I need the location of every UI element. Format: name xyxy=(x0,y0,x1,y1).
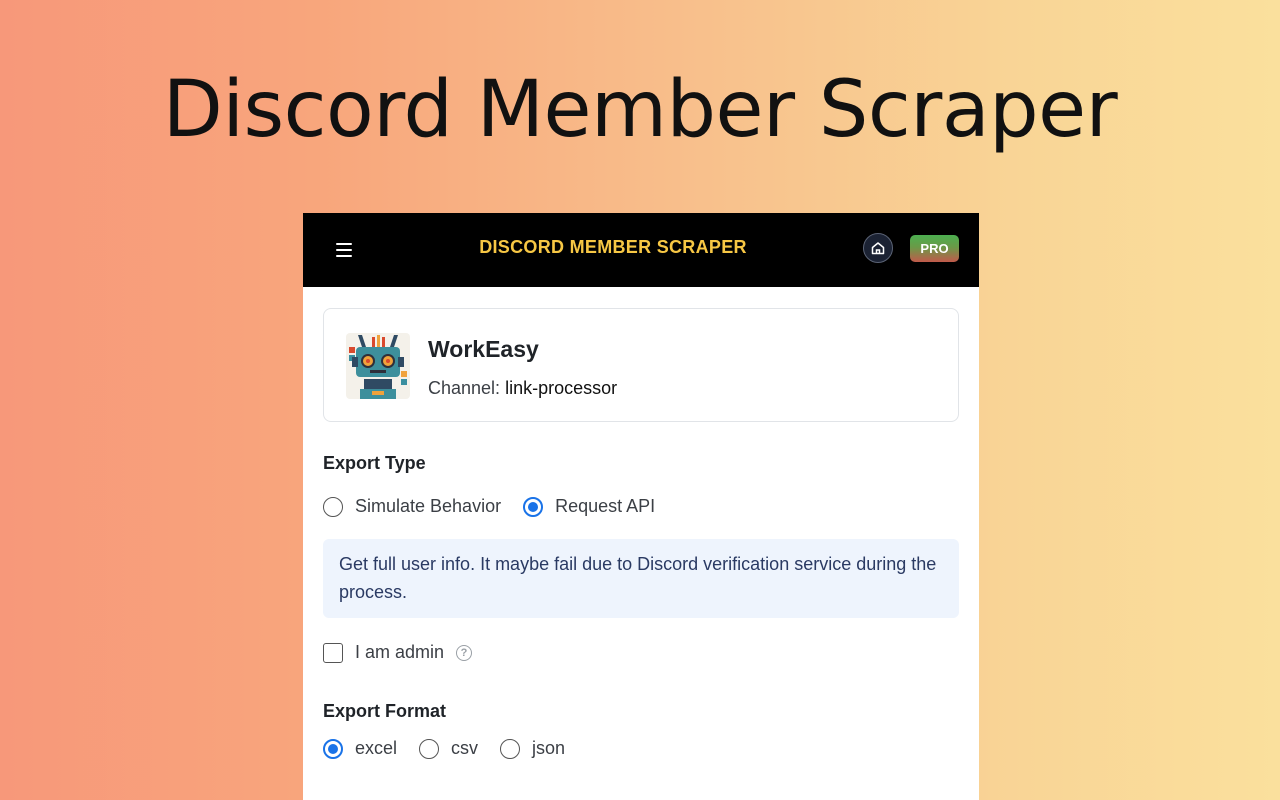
export-format-label: Export Format xyxy=(323,701,447,721)
radio-label: Request API xyxy=(555,496,656,516)
hero-title: Discord Member Scraper xyxy=(162,65,1118,155)
export-type-radio-group: Simulate Behavior Request API xyxy=(323,496,959,517)
channel-name: link-processor xyxy=(505,378,618,398)
radio-request-api[interactable]: Request API xyxy=(523,496,655,517)
app-title: DISCORD MEMBER SCRAPER xyxy=(479,237,747,257)
radio-button[interactable] xyxy=(500,738,521,759)
radio-label: excel xyxy=(355,738,398,758)
pro-badge[interactable]: PRO xyxy=(910,235,959,262)
question-circle-icon[interactable]: ? xyxy=(456,644,473,661)
extension-panel: DISCORD MEMBER SCRAPER PRO WorkEasy Chan… xyxy=(303,213,979,800)
radio-json[interactable]: json xyxy=(500,738,565,759)
radio-button[interactable] xyxy=(419,738,440,759)
radio-csv[interactable]: csv xyxy=(419,738,478,759)
radio-button[interactable] xyxy=(323,496,343,517)
radio-button[interactable] xyxy=(323,738,343,759)
panel-content: WorkEasy Channel: link-processor Export … xyxy=(303,287,979,759)
channel-prefix: Channel: xyxy=(428,378,501,398)
admin-checkbox-row: I am admin ? xyxy=(323,642,959,663)
robot-avatar xyxy=(346,333,410,399)
admin-checkbox[interactable] xyxy=(323,642,343,663)
radio-label: csv xyxy=(451,738,479,758)
radio-simulate-behavior[interactable]: Simulate Behavior xyxy=(323,496,501,517)
home-button[interactable] xyxy=(863,233,893,263)
admin-checkbox-label: I am admin xyxy=(355,642,445,662)
top-bar: DISCORD MEMBER SCRAPER PRO xyxy=(303,213,979,287)
info-message: Get full user info. It maybe fail due to… xyxy=(323,539,959,618)
radio-excel[interactable]: excel xyxy=(323,738,397,759)
export-format-radio-group: excel csv json xyxy=(323,738,959,759)
export-type-label: Export Type xyxy=(323,453,426,473)
channel-line: Channel: link-processor xyxy=(428,378,617,399)
home-icon xyxy=(871,242,885,255)
radio-label: json xyxy=(532,738,566,758)
radio-label: Simulate Behavior xyxy=(355,496,502,516)
server-card: WorkEasy Channel: link-processor xyxy=(323,308,959,422)
radio-button[interactable] xyxy=(523,496,544,517)
server-name: WorkEasy xyxy=(428,336,539,362)
